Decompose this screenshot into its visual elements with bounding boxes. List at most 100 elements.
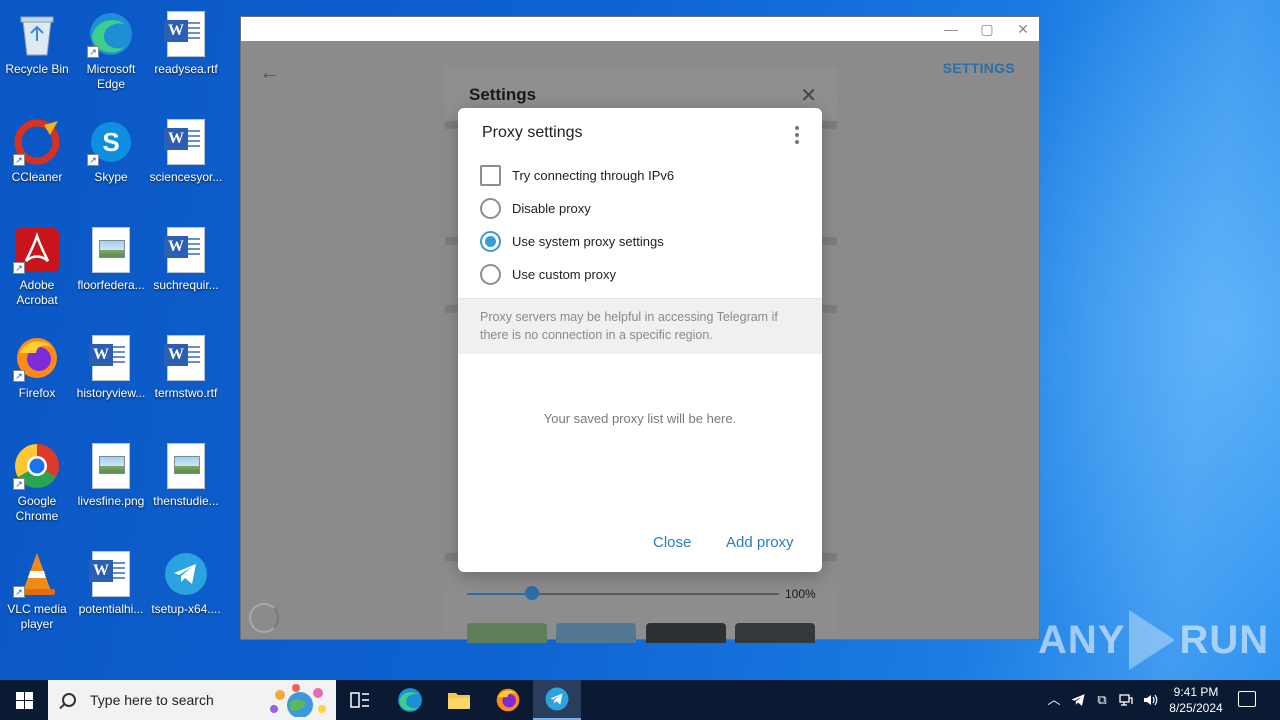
desktop-icon-vlc[interactable]: ↗ VLC media player (0, 544, 74, 644)
task-view-button[interactable] (336, 680, 384, 720)
search-highlight-illustration-icon (270, 684, 326, 717)
zoom-slider-fill (467, 593, 533, 595)
svg-text:S: S (102, 127, 119, 157)
back-arrow-icon[interactable]: ← (259, 61, 281, 83)
desktop-icon-label: termstwo.rtf (154, 386, 218, 400)
proxy-list-empty-text: Your saved proxy list will be here. (543, 411, 737, 426)
shortcut-arrow-icon: ↗ (13, 478, 25, 490)
desktop-icon-label: tsetup-x64.... (151, 602, 221, 616)
window-titlebar[interactable]: — ▢ ✕ (241, 17, 1039, 41)
custom-proxy-label: Use custom proxy (512, 266, 617, 282)
tray-device-icon[interactable]: ⧉ (1094, 692, 1110, 708)
custom-proxy-radio[interactable] (480, 263, 501, 285)
windows-logo-icon (15, 691, 33, 709)
desktop-icon-firefox[interactable]: ↗ Firefox (0, 328, 74, 428)
word-document-icon: W (162, 334, 210, 382)
taskbar-firefox-button[interactable] (484, 680, 532, 720)
watermark-text-left: ANY (1038, 617, 1126, 662)
proxy-settings-dialog: Proxy settings Try connecting through IP… (458, 108, 822, 572)
taskbar-telegram-button[interactable] (533, 680, 581, 720)
taskbar-file-explorer-button[interactable] (435, 680, 483, 720)
desktop-icon-thenstudie[interactable]: thenstudie... (149, 436, 223, 536)
desktop-icon-label: readysea.rtf (154, 62, 218, 76)
image-file-icon (87, 226, 135, 274)
system-proxy-label: Use system proxy settings (512, 233, 664, 249)
settings-title: Settings (469, 85, 537, 104)
desktop-icon-tsetup[interactable]: tsetup-x64.... (149, 544, 223, 644)
theme-card-dark[interactable] (646, 623, 726, 643)
theme-card-blue[interactable] (556, 623, 636, 643)
desktop-icon-label: historyview... (76, 386, 146, 400)
taskbar-clock[interactable]: 9:41 PM 8/25/2024 (1164, 684, 1228, 716)
maximize-button[interactable]: ▢ (969, 17, 1005, 41)
desktop-icon-label: Recycle Bin (5, 62, 69, 76)
custom-proxy-row[interactable]: Use custom proxy (480, 262, 616, 286)
edge-icon: ↗ (87, 10, 135, 58)
ipv6-checkbox-row[interactable]: Try connecting through IPv6 (480, 163, 674, 187)
word-document-icon: W (162, 226, 210, 274)
desktop-icon-floorfedera[interactable]: floorfedera... (74, 220, 148, 320)
folder-icon (448, 693, 470, 709)
shortcut-arrow-icon: ↗ (87, 46, 99, 58)
search-icon (62, 693, 76, 707)
desktop-icon-potentialhi[interactable]: W potentialhi... (74, 544, 148, 644)
clock-time: 9:41 PM (1173, 685, 1219, 699)
desktop-icon-label: Google Chrome (15, 494, 59, 523)
ipv6-checkbox-label: Try connecting through IPv6 (512, 167, 675, 183)
theme-card-night[interactable] (735, 623, 815, 643)
start-button[interactable] (0, 680, 48, 720)
desktop-icon-adobe-acrobat[interactable]: ↗ Adobe Acrobat (0, 220, 74, 320)
desktop-icon-historyview[interactable]: W historyview... (74, 328, 148, 428)
shortcut-arrow-icon: ↗ (13, 154, 25, 166)
minimize-button[interactable]: — (933, 17, 969, 41)
desktop-icon-google-chrome[interactable]: ↗ Google Chrome (0, 436, 74, 536)
settings-close-icon[interactable]: ✕ (800, 83, 817, 108)
desktop-icon-label: VLC media player (7, 602, 67, 631)
close-button[interactable]: Close (653, 534, 691, 551)
desktop-icon-skype[interactable]: S ↗ Skype (74, 112, 148, 212)
telegram-icon (545, 687, 569, 711)
desktop-icon-label: sciencesyor... (149, 170, 223, 184)
ipv6-checkbox[interactable] (480, 164, 501, 186)
system-proxy-row[interactable]: Use system proxy settings (480, 229, 664, 253)
add-proxy-button[interactable]: Add proxy (726, 534, 794, 551)
desktop-icon-microsoft-edge[interactable]: ↗ Microsoft Edge (74, 4, 148, 104)
desktop-icon-ccleaner[interactable]: ↗ CCleaner (0, 112, 74, 212)
desktop-icon-label: thenstudie... (153, 494, 219, 508)
taskbar-edge-button[interactable] (386, 680, 434, 720)
desktop-icon-readysea[interactable]: W readysea.rtf (149, 4, 223, 104)
skype-icon: S ↗ (87, 118, 135, 166)
image-file-icon (87, 442, 135, 490)
desktop-icon-sciencesyor[interactable]: W sciencesyor... (149, 112, 223, 212)
watermark-play-icon (1129, 610, 1176, 670)
desktop-icon-livesfine[interactable]: livesfine.png (74, 436, 148, 536)
task-view-icon (350, 692, 369, 708)
disable-proxy-row[interactable]: Disable proxy (480, 196, 591, 220)
desktop-icon-suchrequir[interactable]: W suchrequir... (149, 220, 223, 320)
shortcut-arrow-icon: ↗ (87, 154, 99, 166)
zoom-value: 100% (785, 587, 816, 601)
recycle-bin-icon (13, 10, 61, 58)
volume-icon[interactable] (1142, 692, 1158, 708)
word-document-icon: W (162, 10, 210, 58)
zoom-slider-track[interactable] (467, 593, 779, 595)
network-icon[interactable] (1118, 692, 1134, 708)
system-proxy-radio[interactable] (480, 230, 501, 252)
zoom-slider-handle[interactable] (525, 586, 539, 600)
proxy-info-box: Proxy servers may be helpful in accessin… (458, 298, 822, 354)
taskbar-search-box[interactable]: Type here to search (48, 680, 336, 720)
show-hidden-icons-chevron-icon[interactable]: ︿ (1046, 692, 1062, 708)
notifications-icon[interactable] (1238, 691, 1256, 707)
desktop-icon-recycle-bin[interactable]: Recycle Bin (0, 4, 74, 104)
loading-spinner-icon (249, 603, 279, 633)
window-close-button[interactable]: ✕ (1005, 17, 1041, 41)
proxy-info-text: Proxy servers may be helpful in accessin… (480, 310, 778, 342)
more-options-icon[interactable] (794, 126, 800, 144)
word-document-icon: W (87, 550, 135, 598)
disable-proxy-radio[interactable] (480, 197, 501, 219)
theme-card-green[interactable] (467, 623, 547, 643)
tray-telegram-icon[interactable] (1070, 692, 1086, 708)
settings-link[interactable]: SETTINGS (943, 60, 1015, 76)
desktop-icon-label: CCleaner (11, 170, 63, 184)
desktop-icon-termstwo[interactable]: W termstwo.rtf (149, 328, 223, 428)
